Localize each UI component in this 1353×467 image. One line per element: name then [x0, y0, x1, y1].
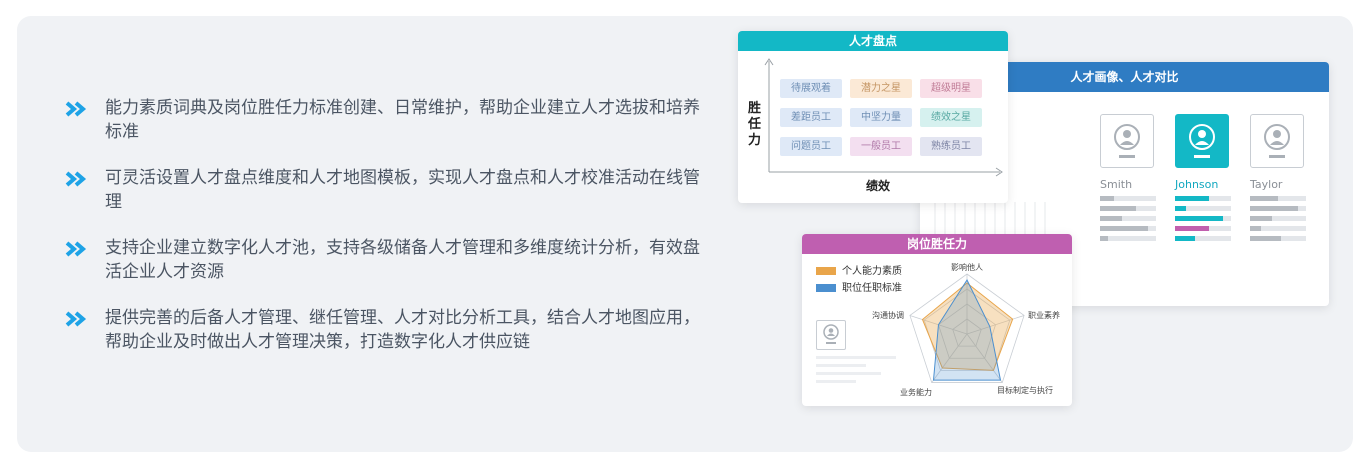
person-bars [1175, 196, 1231, 241]
person-name: Taylor [1250, 178, 1283, 191]
feature-text: 可灵活设置人才盘点维度和人才地图模板，实现人才盘点和人才校准活动在线管理 [105, 168, 700, 212]
radar-axis-label: 目标制定与执行 [997, 386, 1053, 395]
talent-map-cell[interactable]: 超级明星 [920, 79, 982, 98]
person-taylor[interactable]: Taylor [1250, 114, 1306, 241]
feature-item: 支持企业建立数字化人才池，支持各级储备人才管理和多维度统计分析，有效盘活企业人才… [65, 236, 715, 284]
score-bar [1100, 206, 1156, 211]
score-bar [1250, 216, 1306, 221]
score-bar [1100, 216, 1156, 221]
talent-map-cell[interactable]: 差距员工 [780, 108, 842, 127]
score-bar [1100, 196, 1156, 201]
talent-map-cell[interactable]: 熟练员工 [920, 137, 982, 156]
user-icon [1189, 124, 1215, 158]
radar-series-standard [932, 278, 1002, 381]
competency-title: 岗位胜任力 [802, 234, 1072, 254]
score-bar [1250, 206, 1306, 211]
legend-item: 职位任职标准 [816, 279, 902, 294]
talent-map-cell[interactable]: 潜力之星 [850, 79, 912, 98]
feature-item: 可灵活设置人才盘点维度和人才地图模板，实现人才盘点和人才校准活动在线管理 [65, 166, 715, 214]
talent-map-cell[interactable]: 中坚力量 [850, 108, 912, 127]
avatar[interactable] [1250, 114, 1304, 168]
person-name: Johnson [1175, 178, 1219, 191]
avatar-selected[interactable] [1175, 114, 1229, 168]
score-bar [1175, 196, 1231, 201]
talent-map-cell[interactable]: 问题员工 [780, 137, 842, 156]
score-bar [1175, 206, 1231, 211]
person-bars [1100, 196, 1156, 241]
talent-map-x-label: 绩效 [866, 179, 891, 193]
person-name: Smith [1100, 178, 1133, 191]
chevron-right-icon [65, 241, 87, 257]
user-icon [1114, 124, 1140, 158]
feature-item: 提供完善的后备人才管理、继任管理、人才对比分析工具，结合人才地图应用，帮助企业及… [65, 306, 715, 354]
score-bar [1100, 226, 1156, 231]
legend-item: 个人能力素质 [816, 262, 902, 277]
legend-label: 职位任职标准 [842, 283, 902, 294]
radar-axis-label: 业务能力 [900, 388, 932, 397]
person-johnson[interactable]: Johnson [1175, 114, 1231, 241]
user-icon [823, 324, 839, 344]
score-bar [1175, 236, 1231, 241]
feature-list: 能力素质词典及岗位胜任力标准创建、日常维护，帮助企业建立人才选拔和培养标准 可灵… [65, 96, 715, 376]
score-bar [1250, 196, 1306, 201]
legend-swatch [816, 267, 836, 275]
legend-swatch [816, 284, 836, 292]
competency-card: 岗位胜任力 个人能力素质 职位任职标准 影响他人 职业素养 目标制定与执行 业务… [802, 234, 1072, 406]
avatar[interactable] [1100, 114, 1154, 168]
radar-axis-label: 影响他人 [951, 263, 983, 272]
chevron-right-icon [65, 311, 87, 327]
feature-text: 能力素质词典及岗位胜任力标准创建、日常维护，帮助企业建立人才选拔和培养标准 [105, 98, 700, 142]
radar-axis-label: 沟通协调 [872, 311, 904, 320]
chevron-right-icon [65, 171, 87, 187]
person-smith[interactable]: Smith [1100, 114, 1156, 241]
feature-text: 支持企业建立数字化人才池，支持各级储备人才管理和多维度统计分析，有效盘活企业人才… [105, 238, 700, 282]
feature-item: 能力素质词典及岗位胜任力标准创建、日常维护，帮助企业建立人才选拔和培养标准 [65, 96, 715, 144]
placeholder-lines [816, 356, 896, 383]
score-bar [1175, 216, 1231, 221]
talent-map-y-label: 胜任力 [748, 101, 762, 148]
person-bars [1250, 196, 1306, 241]
avatar [816, 320, 846, 350]
talent-map-cell[interactable]: 待展观着 [780, 79, 842, 98]
legend-label: 个人能力素质 [842, 266, 902, 277]
score-bar [1250, 226, 1306, 231]
score-bar [1250, 236, 1306, 241]
talent-map-cell[interactable]: 一般员工 [850, 137, 912, 156]
score-bar [1100, 236, 1156, 241]
score-bar [1175, 226, 1231, 231]
chevron-right-icon [65, 101, 87, 117]
user-icon [1264, 124, 1290, 158]
radar-axis-label: 职业素养 [1028, 311, 1060, 320]
talent-map-card: 人才盘点 胜任力 绩效 待展观着 潜力之星 超级明星 差距员工 中坚力量 绩效之… [738, 31, 1008, 203]
talent-map-cell[interactable]: 绩效之星 [920, 108, 982, 127]
feature-text: 提供完善的后备人才管理、继任管理、人才对比分析工具，结合人才地图应用，帮助企业及… [105, 308, 700, 352]
